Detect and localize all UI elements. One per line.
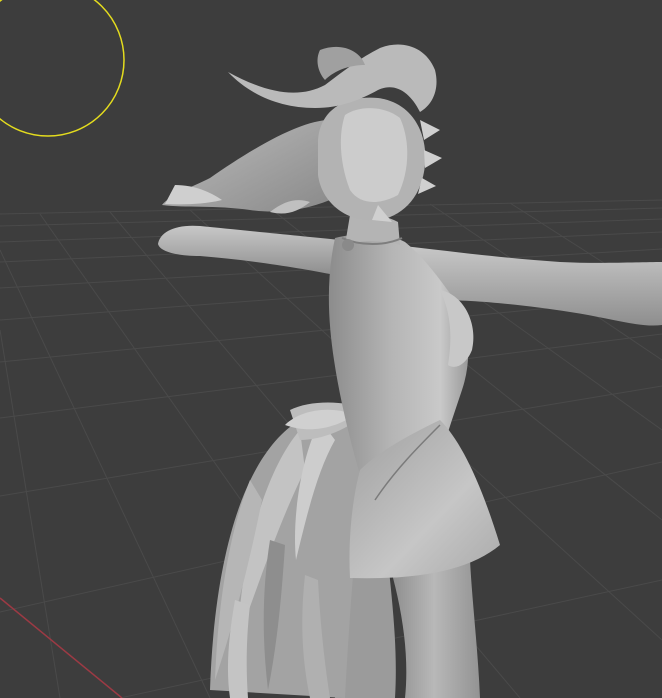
collar-bell (342, 239, 354, 251)
tail-tuft (210, 402, 370, 698)
character-mesh[interactable] (158, 44, 662, 698)
leg-right (388, 560, 480, 698)
light-circle-gizmo[interactable] (0, 0, 125, 137)
arm-left (158, 225, 340, 275)
x-axis-line (0, 597, 123, 698)
3d-viewport[interactable] (0, 0, 662, 698)
viewport-canvas[interactable] (0, 0, 662, 698)
head-highlight (340, 108, 408, 202)
